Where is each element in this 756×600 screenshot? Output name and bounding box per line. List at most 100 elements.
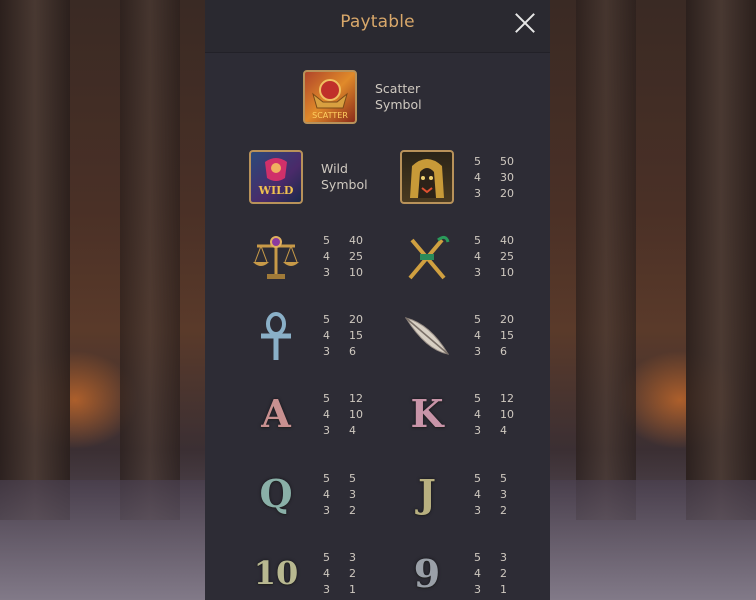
wild-symbol-icon: WILD (249, 150, 303, 204)
number-10-paytable: 53 42 31 (323, 551, 383, 599)
payout-count: 4 (323, 488, 330, 501)
wild-label-line2: Symbol (321, 177, 368, 192)
background-pillar (120, 0, 180, 520)
payout-count: 4 (474, 329, 481, 342)
payout-count: 3 (474, 424, 481, 437)
payout-value: 2 (349, 567, 356, 580)
background-pillar (0, 0, 70, 520)
payout-value: 3 (500, 551, 507, 564)
payout-value: 2 (500, 567, 507, 580)
payout-row: 36 (323, 345, 383, 361)
paytable-panel: Paytable SCATTER Scatter Symbol WILD Wil… (205, 0, 550, 600)
payout-row: 34 (474, 424, 534, 440)
close-icon[interactable] (514, 12, 536, 34)
payout-value: 6 (500, 345, 507, 358)
letter-a-icon: A (261, 390, 291, 436)
payout-count: 4 (474, 567, 481, 580)
payout-row: 53 (323, 551, 383, 567)
payout-row: 32 (323, 504, 383, 520)
payout-row: 3 10 (474, 266, 534, 282)
payout-row: 31 (323, 583, 383, 599)
payout-value: 20 (500, 187, 514, 200)
payout-count: 5 (323, 313, 330, 326)
payout-row: 42 (323, 567, 383, 583)
payout-value: 4 (500, 424, 507, 437)
payout-count: 3 (323, 504, 330, 517)
payout-count: 3 (474, 504, 481, 517)
payout-count: 3 (474, 345, 481, 358)
background-pillar (576, 0, 636, 520)
payout-row: 5 50 (474, 155, 534, 171)
pharaoh-paytable: 5 50 4 30 3 20 (474, 155, 534, 203)
payout-row: 4 25 (323, 250, 383, 266)
letter-k-paytable: 5 12 4 10 34 (474, 392, 534, 440)
payout-count: 4 (474, 488, 481, 501)
scales-paytable: 5 40 4 25 3 10 (323, 234, 383, 282)
payout-value: 10 (500, 408, 514, 421)
letter-q-paytable: 55 43 32 (323, 472, 383, 520)
payout-row: 4 10 (474, 408, 534, 424)
pharaoh-icon (400, 150, 454, 204)
ankh-icon (249, 310, 303, 364)
crook-flail-icon (400, 230, 454, 284)
payout-count: 5 (474, 551, 481, 564)
payout-count: 4 (323, 408, 330, 421)
payout-count: 5 (474, 155, 481, 168)
scatter-symbol-icon: SCATTER (303, 70, 357, 124)
payout-count: 4 (323, 250, 330, 263)
background-pillar (686, 0, 756, 520)
payout-value: 1 (349, 583, 356, 596)
payout-count: 4 (474, 250, 481, 263)
payout-count: 4 (323, 329, 330, 342)
payout-value: 30 (500, 171, 514, 184)
letter-q-icon: Q (259, 470, 293, 516)
payout-value: 4 (349, 424, 356, 437)
payout-count: 3 (323, 266, 330, 279)
payout-count: 3 (474, 187, 481, 200)
payout-row: 5 12 (474, 392, 534, 408)
payout-row: 5 40 (474, 234, 534, 250)
payout-row: 43 (474, 488, 534, 504)
payout-count: 5 (474, 472, 481, 485)
payout-value: 12 (349, 392, 363, 405)
payout-row: 4 25 (474, 250, 534, 266)
payout-count: 5 (323, 551, 330, 564)
payout-row: 4 15 (474, 329, 534, 345)
payout-value: 40 (349, 234, 363, 247)
payout-value: 12 (500, 392, 514, 405)
scales-icon (249, 230, 303, 284)
number-9-paytable: 5 3 4 2 3 1 (474, 551, 534, 599)
payout-row: 5 20 (474, 313, 534, 329)
payout-value: 1 (500, 583, 507, 596)
payout-row: 4 15 (323, 329, 383, 345)
payout-count: 4 (474, 171, 481, 184)
scatter-badge: SCATTER (312, 111, 348, 120)
feather-paytable: 5 20 4 15 3 6 (474, 313, 534, 361)
number-9-icon: 9 (413, 550, 441, 596)
payout-row: 5 12 (323, 392, 383, 408)
payout-count: 5 (323, 472, 330, 485)
payout-value: 20 (349, 313, 363, 326)
payout-row: 34 (323, 424, 383, 440)
payout-count: 3 (323, 345, 330, 358)
payout-count: 4 (323, 567, 330, 580)
payout-row: 3 20 (474, 187, 534, 203)
payout-value: 40 (500, 234, 514, 247)
payout-count: 5 (323, 234, 330, 247)
letter-k-icon: K (410, 390, 444, 436)
scatter-label-line2: Symbol (375, 97, 422, 112)
payout-value: 3 (349, 488, 356, 501)
payout-value: 3 (349, 551, 356, 564)
scatter-label: Scatter (375, 81, 421, 96)
payout-count: 5 (474, 392, 481, 405)
payout-value: 25 (500, 250, 514, 263)
paytable-header: Paytable (205, 0, 550, 53)
payout-count: 3 (474, 583, 481, 596)
payout-value: 50 (500, 155, 514, 168)
payout-count: 3 (474, 266, 481, 279)
payout-value: 10 (349, 408, 363, 421)
ankh-paytable: 5 20 4 15 36 (323, 313, 383, 361)
wild-badge: WILD (258, 184, 294, 197)
payout-value: 10 (349, 266, 363, 279)
payout-row: 4 10 (323, 408, 383, 424)
